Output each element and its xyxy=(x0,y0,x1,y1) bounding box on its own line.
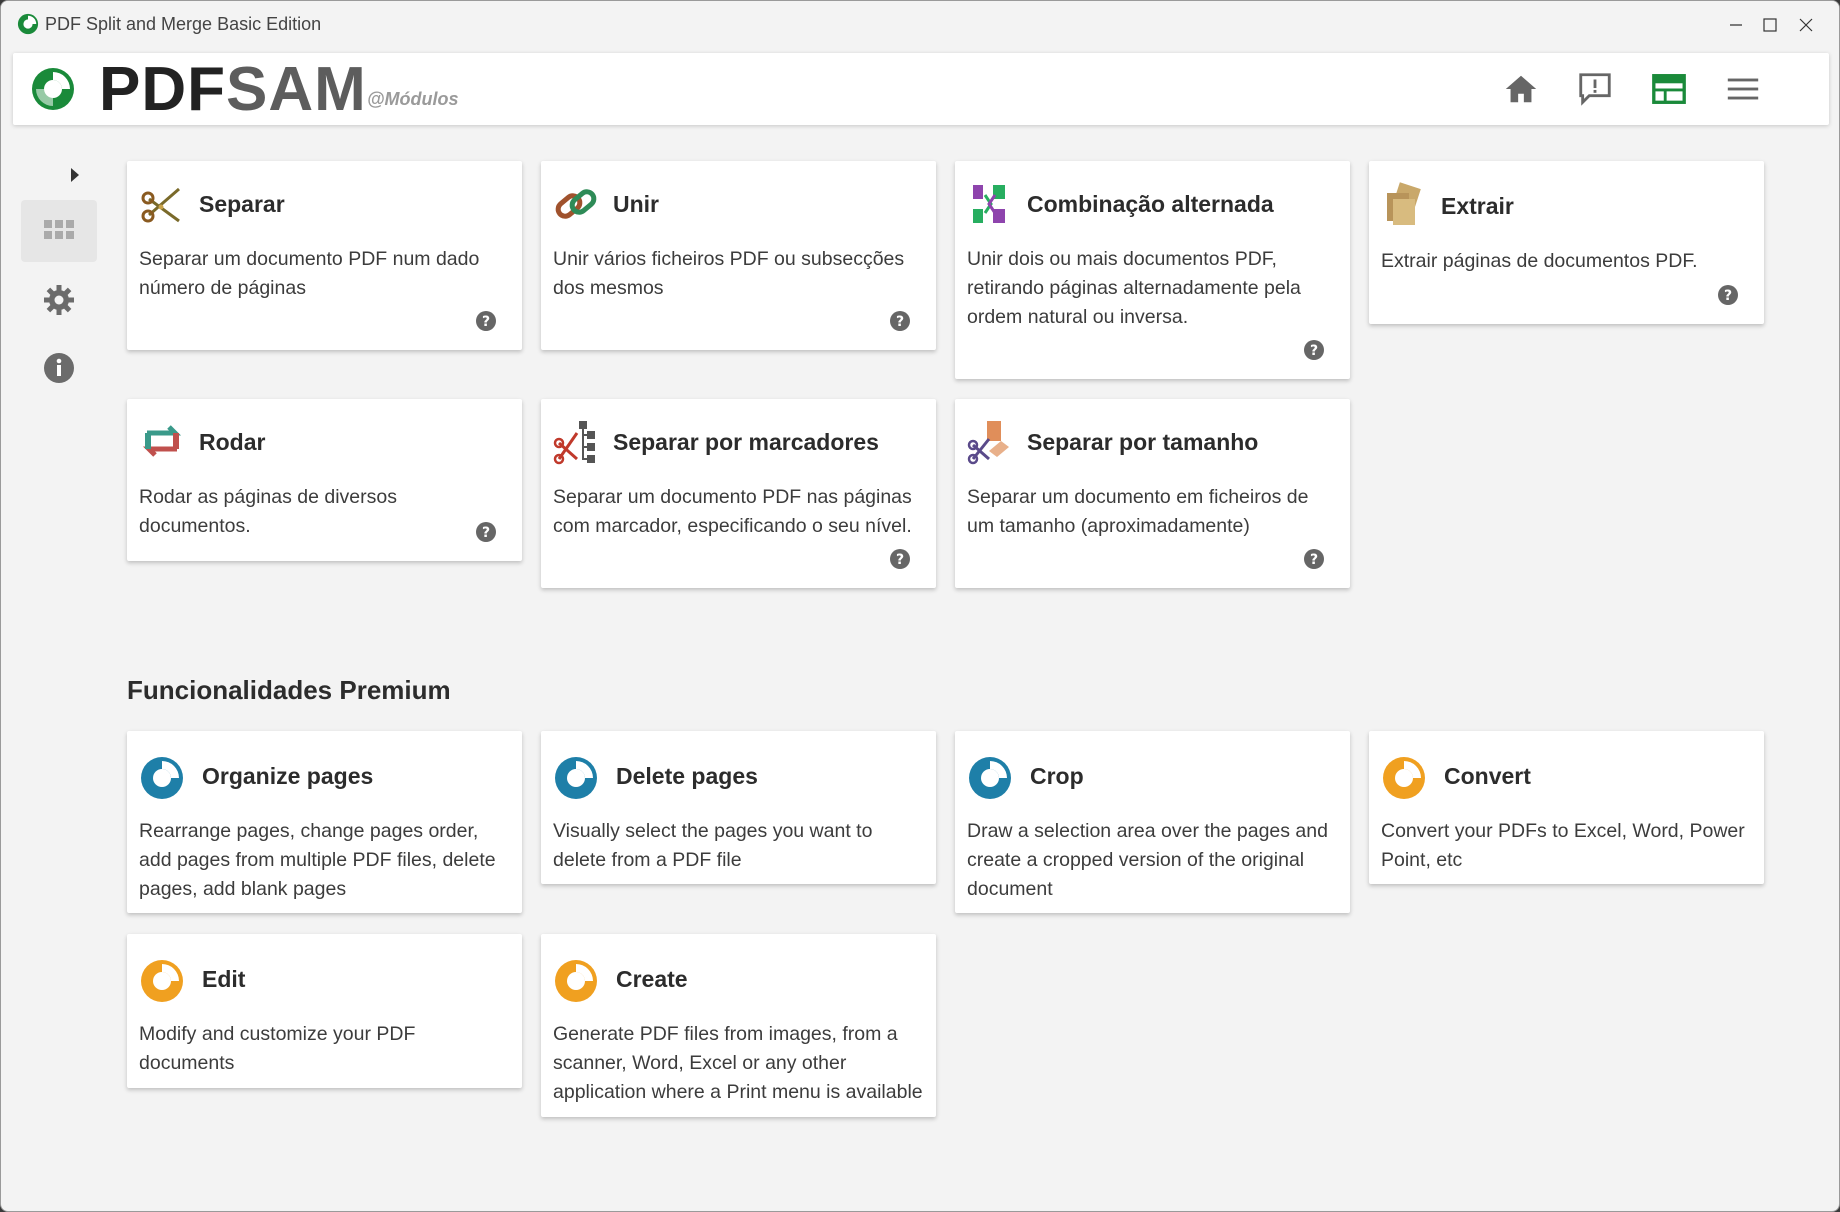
scissors-icon xyxy=(141,187,180,223)
chain-links-icon xyxy=(555,189,597,219)
premium-title: Edit xyxy=(202,966,246,992)
module-card-separar-por-marcadores[interactable]: Separar por marcadores Separar um docume… xyxy=(541,399,936,588)
svg-text:?: ? xyxy=(896,552,904,568)
svg-text:?: ? xyxy=(896,314,904,330)
premium-title: Delete pages xyxy=(616,763,758,789)
premium-title: Crop xyxy=(1030,763,1084,789)
alternate-mix-icon xyxy=(973,185,1005,223)
premium-section-title: Funcionalidades Premium xyxy=(127,675,451,705)
dashboard-button[interactable] xyxy=(1647,67,1691,111)
premium-title: Convert xyxy=(1444,763,1531,789)
pdfsam-premium-blue-icon xyxy=(555,757,597,799)
module-title: Combinação alternada xyxy=(1027,191,1274,217)
help-icon[interactable]: ? xyxy=(889,548,911,570)
help-icon[interactable]: ? xyxy=(1717,284,1739,306)
premium-title: Organize pages xyxy=(202,763,374,789)
app-icon xyxy=(17,13,39,35)
help-icon[interactable]: ? xyxy=(475,310,497,332)
module-description: Unir dois ou mais documentos PDF, retira… xyxy=(967,248,1301,328)
premium-card-create[interactable]: Create Generate PDF files from images, f… xyxy=(541,934,936,1117)
pdfsam-logo-icon xyxy=(32,68,74,110)
module-card-rodar[interactable]: Rodar Rodar as páginas de diversos docum… xyxy=(127,399,522,561)
pdfsam-premium-orange-icon xyxy=(141,960,183,1002)
premium-card-convert[interactable]: Convert Convert your PDFs to Excel, Word… xyxy=(1369,731,1764,884)
sidebar-item-modules[interactable] xyxy=(21,200,97,262)
svg-text:?: ? xyxy=(1724,288,1732,304)
size-scissors-icon xyxy=(967,421,1009,465)
module-description: Separar um documento PDF num dado número… xyxy=(139,248,480,299)
module-title: Unir xyxy=(613,191,659,217)
premium-description: Convert your PDFs to Excel, Word, Power … xyxy=(1381,820,1745,871)
app-header: PDFSAM @Módulos xyxy=(13,53,1829,125)
sidebar-expand-icon[interactable] xyxy=(65,165,85,185)
premium-card-crop[interactable]: Crop Draw a selection area over the page… xyxy=(955,731,1350,913)
dashboard-icon xyxy=(1652,74,1686,104)
module-card-combinacao-alternada[interactable]: Combinação alternada Unir dois ou mais d… xyxy=(955,161,1350,379)
info-icon xyxy=(44,353,74,383)
pdfsam-premium-blue-icon xyxy=(141,757,183,799)
logo-subtitle: @Módulos xyxy=(367,89,459,109)
rotate-icon xyxy=(142,425,182,457)
module-card-unir[interactable]: Unir Unir vários ficheiros PDF ou subsec… xyxy=(541,161,936,350)
close-icon xyxy=(1799,18,1813,32)
home-icon xyxy=(1505,75,1537,103)
module-card-separar-por-tamanho[interactable]: Separar por tamanho Separar um documento… xyxy=(955,399,1350,588)
logo-sam: SAM xyxy=(226,55,367,124)
feedback-button[interactable] xyxy=(1573,67,1617,111)
module-card-extrair[interactable]: Extrair Extrair páginas de documentos PD… xyxy=(1369,161,1764,324)
premium-card-edit[interactable]: Edit Modify and customize your PDF docum… xyxy=(127,934,522,1088)
premium-description: Rearrange pages, change pages order, add… xyxy=(139,820,496,900)
module-title: Separar por tamanho xyxy=(1027,429,1259,455)
help-icon[interactable]: ? xyxy=(889,310,911,332)
app-window: PDF Split and Merge Basic Edition PDFSAM… xyxy=(0,0,1840,1212)
help-icon[interactable]: ? xyxy=(1303,339,1325,361)
close-button[interactable] xyxy=(1771,1,1839,49)
pdfsam-premium-orange-icon xyxy=(555,960,597,1002)
logo-text: PDFSAM xyxy=(99,59,367,121)
help-icon[interactable]: ? xyxy=(475,521,497,543)
modules-grid-icon xyxy=(44,220,74,239)
menu-icon xyxy=(1727,78,1759,100)
sidebar-item-info[interactable] xyxy=(21,337,97,399)
home-button[interactable] xyxy=(1499,67,1543,111)
sidebar-item-settings[interactable] xyxy=(21,269,97,331)
premium-description: Modify and customize your PDF documents xyxy=(139,1023,416,1074)
title-bar: PDF Split and Merge Basic Edition xyxy=(1,1,1839,49)
module-title: Rodar xyxy=(199,429,266,455)
premium-title: Create xyxy=(616,966,688,992)
pdfsam-premium-orange-icon xyxy=(1383,757,1425,799)
module-description: Separar um documento em ficheiros de um … xyxy=(967,486,1309,537)
module-description: Unir vários ficheiros PDF ou subsecções … xyxy=(553,248,905,299)
module-title: Separar xyxy=(199,191,285,217)
premium-card-organize-pages[interactable]: Organize pages Rearrange pages, change p… xyxy=(127,731,522,913)
menu-button[interactable] xyxy=(1721,67,1765,111)
module-title: Separar por marcadores xyxy=(613,429,879,455)
svg-text:?: ? xyxy=(1310,552,1318,568)
module-description: Separar um documento PDF nas páginas com… xyxy=(553,486,912,537)
premium-description: Draw a selection area over the pages and… xyxy=(967,820,1328,900)
svg-text:?: ? xyxy=(482,525,490,541)
premium-description: Generate PDF files from images, from a s… xyxy=(553,1023,923,1103)
window-title: PDF Split and Merge Basic Edition xyxy=(45,14,322,34)
pdfsam-premium-blue-icon xyxy=(969,757,1011,799)
svg-text:?: ? xyxy=(1310,343,1318,359)
module-description: Rodar as páginas de diversos documentos. xyxy=(139,486,397,537)
settings-gear-icon xyxy=(44,285,74,315)
module-card-separar[interactable]: Separar Separar um documento PDF num dad… xyxy=(127,161,522,350)
module-description: Extrair páginas de documentos PDF. xyxy=(1381,250,1698,272)
premium-description: Visually select the pages you want to de… xyxy=(553,820,873,871)
help-icon[interactable]: ? xyxy=(1303,548,1325,570)
svg-text:?: ? xyxy=(482,314,490,330)
logo-pdf: PDF xyxy=(99,55,226,124)
extract-pages-icon xyxy=(1387,182,1421,225)
feedback-icon xyxy=(1579,73,1611,106)
module-title: Extrair xyxy=(1441,193,1514,219)
bookmark-tree-scissors-icon xyxy=(553,421,595,465)
premium-card-delete-pages[interactable]: Delete pages Visually select the pages y… xyxy=(541,731,936,884)
